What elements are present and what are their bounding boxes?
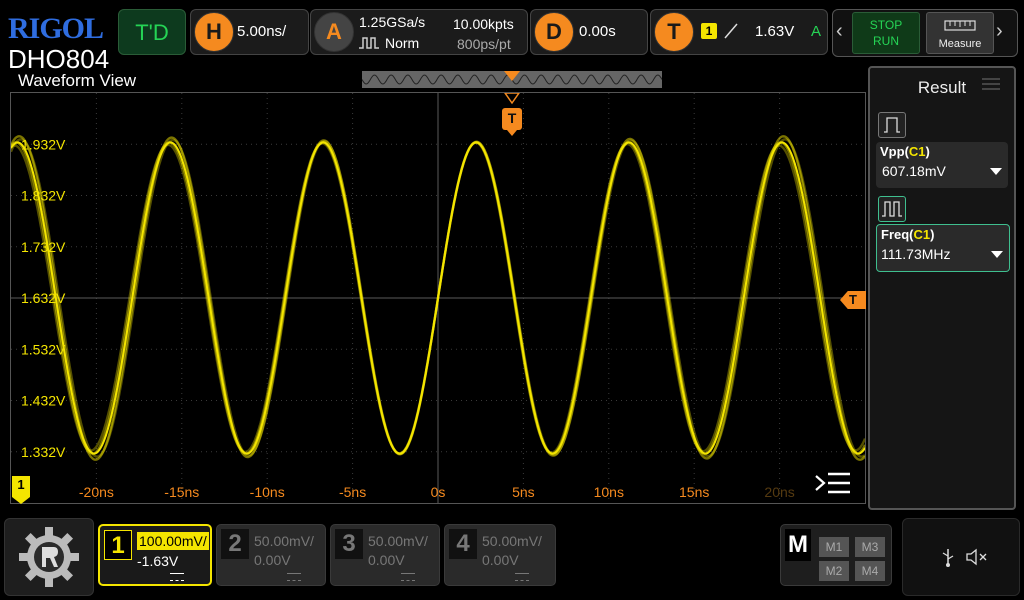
channel3-number: 3 [335, 529, 363, 559]
channel1-number: 1 [104, 530, 132, 560]
x-axis-label: 10ns [594, 484, 624, 500]
rising-edge-icon [724, 23, 738, 39]
rigol-gear-icon [19, 527, 79, 587]
channel2-offset: 0.00V [254, 552, 291, 568]
x-axis-label: 20ns [764, 484, 794, 500]
math-label: M [785, 529, 811, 561]
rigol-logo: RIGOL [8, 12, 104, 45]
waveform-area[interactable]: 1.932V 1.832V 1.732V 1.632V 1.532V 1.432V 1.33… [10, 92, 866, 504]
x-axis-label: -15ns [164, 484, 199, 500]
freq-name: Freq [881, 227, 910, 242]
freq-label: Freq(C1) [881, 227, 935, 242]
x-axis-label: 0s [431, 484, 446, 500]
measure-label: Measure [938, 38, 982, 50]
channel2-scale: 50.00mV/ [254, 533, 314, 549]
channel3-offset: 0.00V [368, 552, 405, 568]
channel1-box[interactable]: 1 100.00mV/ -1.63V [98, 524, 212, 586]
channel4-dc-coupling-icon [515, 573, 529, 581]
freq-measure-icon [878, 196, 906, 222]
vpp-value: 607.18mV [882, 163, 946, 179]
sample-rate: 1.25GSa/s [359, 14, 426, 30]
delay-value: 0.00s [579, 23, 616, 40]
trigger-source-badge: 1 [701, 23, 717, 39]
waveform-svg: 1.932V1.832V1.732V1.632V1.532V1.432V1.33… [11, 93, 865, 503]
y-axis-label: 1.432V [21, 393, 66, 409]
channel1-marker-label: 1 [17, 477, 25, 492]
td-label: T'D [135, 20, 169, 45]
channel2-dc-coupling-icon [287, 573, 301, 581]
trigger-control[interactable]: T 1 1.63V A [650, 9, 828, 55]
model-name: DHO804 [8, 44, 110, 74]
channel4-scale: 50.00mV/ [482, 533, 542, 549]
usb-icon[interactable] [941, 547, 955, 567]
math-m4-button[interactable]: M4 [855, 561, 885, 581]
horizontal-icon: H [194, 12, 234, 52]
vpp-name: Vpp [880, 144, 905, 159]
td-button[interactable]: T'D [118, 9, 186, 55]
time-resolution: 800ps/pt [457, 36, 511, 52]
chevron-left-icon[interactable]: ‹ [836, 20, 843, 43]
run-label: RUN [873, 34, 899, 48]
vpp-dropdown-icon[interactable] [990, 168, 1002, 175]
channel3-box[interactable]: 3 50.00mV/ 0.00V [330, 524, 440, 586]
y-axis-label: 1.332V [21, 444, 66, 460]
channel4-box[interactable]: 4 50.00mV/ 0.00V [444, 524, 556, 586]
trigger-icon: T [654, 12, 694, 52]
result-card-vpp[interactable]: Vpp(C1) 607.18mV [876, 142, 1008, 188]
channel4-offset: 0.00V [482, 552, 519, 568]
math-m3-button[interactable]: M3 [855, 537, 885, 557]
delay-control[interactable]: D 0.00s [530, 9, 648, 55]
trigger-mode: A [811, 23, 822, 40]
measure-button[interactable]: Measure [926, 12, 994, 54]
channel2-number: 2 [221, 529, 249, 559]
acquire-mode-icon [359, 37, 379, 49]
home-gear-button[interactable] [4, 518, 94, 596]
trigger-position-pointer [507, 130, 517, 136]
result-card-freq[interactable]: Freq(C1) 111.73MHz [876, 224, 1010, 272]
chevron-right-icon[interactable]: › [996, 20, 1003, 43]
channel4-number: 4 [449, 529, 477, 559]
freq-value: 111.73MHz [881, 246, 951, 262]
result-menu-icon[interactable] [980, 76, 1002, 92]
vpp-measure-icon [878, 112, 906, 138]
result-panel: Result Vpp(C1) 607.18mV Freq(C1) 111.73M… [868, 66, 1016, 510]
trigger-level: 1.63V [755, 23, 795, 40]
memory-depth: 10.00kpts [453, 16, 514, 32]
acquire-mode: Norm [385, 35, 420, 51]
freq-dropdown-icon[interactable] [991, 251, 1003, 258]
math-box[interactable]: M M1 M3 M2 M4 [780, 524, 892, 586]
channel3-dc-coupling-icon [401, 573, 415, 581]
brand: RIGOL DHO804 [8, 12, 116, 74]
math-m2-button[interactable]: M2 [819, 561, 849, 581]
channel1-scale: 100.00mV/ [137, 532, 209, 550]
ruler-icon [944, 20, 976, 31]
speaker-muted-icon[interactable] [965, 547, 989, 567]
channel3-scale: 50.00mV/ [368, 533, 428, 549]
channel1-dc-coupling-icon [170, 573, 184, 581]
vpp-label: Vpp(C1) [880, 144, 930, 159]
vpp-source: C1 [908, 144, 926, 159]
acquire-icon: A [314, 12, 354, 52]
status-box [902, 518, 1020, 596]
x-axis-label: 5ns [512, 484, 535, 500]
x-axis-label: -10ns [250, 484, 285, 500]
run-stop-button[interactable]: STOP RUN [852, 12, 920, 54]
freq-source: C1 [913, 227, 931, 242]
waveform-view-title: Waveform View [18, 71, 137, 90]
trigger-position-marker[interactable]: T [502, 108, 522, 130]
x-axis-label: 15ns [679, 484, 709, 500]
x-axis-label: -5ns [339, 484, 366, 500]
acquire-control[interactable]: A 1.25GSa/s Norm 10.00kpts 800ps/pt [310, 9, 528, 55]
trigger-position-label: T [507, 110, 517, 126]
stop-label: STOP [869, 18, 903, 32]
math-m1-button[interactable]: M1 [819, 537, 849, 557]
channel2-box[interactable]: 2 50.00mV/ 0.00V [216, 524, 326, 586]
horizontal-control[interactable]: H 5.00ns/ [190, 9, 309, 55]
delay-icon: D [534, 12, 574, 52]
channel1-offset: -1.63V [137, 553, 179, 569]
x-axis-label: -20ns [79, 484, 114, 500]
timebase-value: 5.00ns/ [237, 23, 287, 40]
menu-lines-icon[interactable] [814, 470, 852, 498]
